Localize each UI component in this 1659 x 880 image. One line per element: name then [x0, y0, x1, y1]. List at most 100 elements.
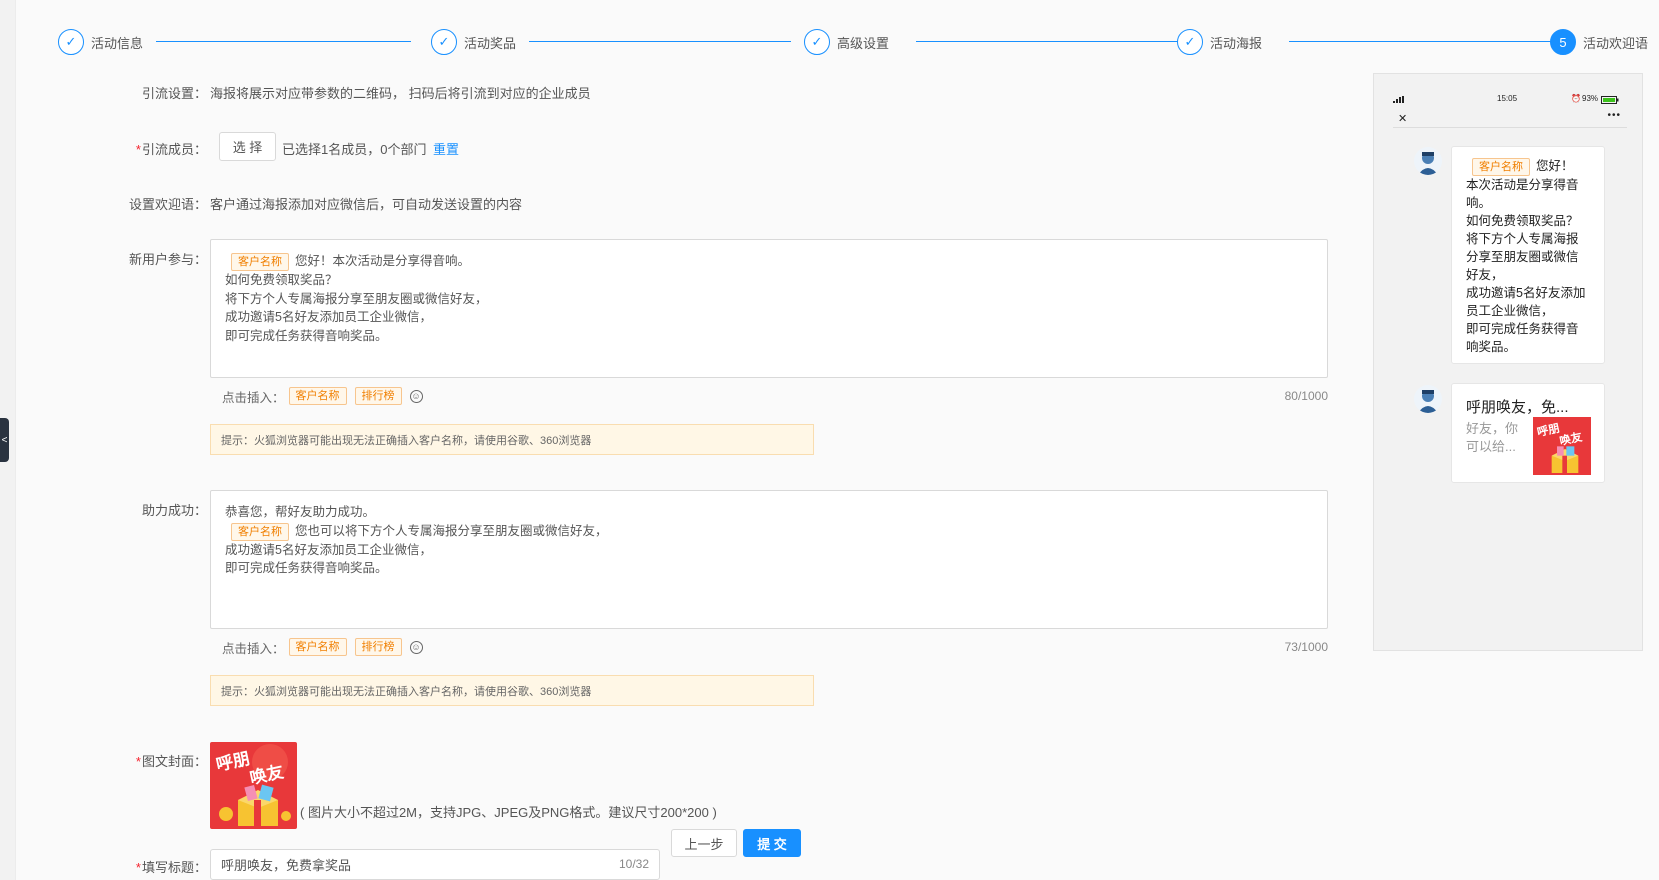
phone-nav-bar: ✕ •••	[1393, 108, 1627, 128]
step-number: 5	[1550, 29, 1576, 55]
new-user-label: 新用户参与：	[128, 252, 207, 267]
close-icon[interactable]: ✕	[1398, 112, 1407, 125]
traffic-setting-desc: 海报将展示对应带参数的二维码， 扫码后将引流到对应的企业成员	[210, 86, 591, 101]
step-welcome-message[interactable]: 5 活动欢迎语	[1550, 28, 1648, 56]
message-line: 客户名称 您也可以将下方个人专属海报分享至朋友圈或微信好友，	[225, 522, 1313, 541]
insert-ranking-button[interactable]: 排行榜	[354, 387, 402, 405]
previous-step-button[interactable]: 上一步	[671, 829, 737, 857]
customer-name-tag: 客户名称	[1472, 158, 1530, 176]
traffic-members-label: *引流成员：	[32, 139, 207, 158]
emoji-icon[interactable]: ☺	[409, 389, 423, 403]
browser-hint: 提示：火狐浏览器可能出现无法正确插入客户名称，请使用谷歌、360浏览器	[210, 424, 814, 455]
message-line: 成功邀请5名好友添加员工企业微信，	[225, 310, 432, 324]
step-connector	[916, 41, 1178, 42]
assist-message-input[interactable]: 恭喜您，帮好友助力成功。 客户名称 您也可以将下方个人专属海报分享至朋友圈或微信好…	[210, 490, 1328, 629]
assist-success-label: 助力成功：	[141, 503, 207, 518]
required-mark: *	[135, 754, 141, 769]
bubble-text: 您好！	[1536, 159, 1574, 173]
submit-button[interactable]: 提 交	[743, 829, 801, 857]
cover-image-upload[interactable]: 呼朋 唤友	[210, 742, 297, 829]
more-icon[interactable]: •••	[1607, 110, 1621, 121]
step-activity-poster[interactable]: ✓ 活动海报	[1177, 28, 1262, 56]
bubble-line: 成功邀请5名好友添加	[1466, 286, 1586, 300]
message-line: 即可完成任务获得音响奖品。	[225, 328, 388, 343]
bubble-line: 响。	[1466, 196, 1492, 210]
title-char-counter: 10/32	[618, 857, 649, 871]
welcome-setting-desc: 客户通过海报添加对应微信后，可自动发送设置的内容	[210, 197, 523, 212]
insert-customer-name-button[interactable]: 客户名称	[288, 638, 347, 656]
browser-hint: 提示：火狐浏览器可能出现无法正确插入客户名称，请使用谷歌、360浏览器	[210, 675, 814, 706]
message-line: 将下方个人专属海报分享至朋友圈或微信好友，	[225, 291, 488, 306]
step-label: 活动欢迎语	[1583, 35, 1649, 51]
emoji-icon[interactable]: ☺	[409, 640, 423, 654]
bubble-line: 响奖品。	[1466, 340, 1517, 354]
bubble-line: 好友，	[1466, 268, 1504, 282]
phone-status-bar: 15:05 ⏰ 93%	[1393, 94, 1627, 108]
bubble-line: 即可完成任务获得音	[1466, 322, 1579, 336]
battery-percent: 93%	[1582, 94, 1599, 103]
link-card-bubble[interactable]: 呼朋唤友，免... 好友，你 可以给... 呼朋 唤友	[1451, 383, 1605, 483]
message-line: 成功邀请5名好友添加员工企业微信，	[225, 542, 432, 557]
card-desc-line: 好友，你	[1466, 421, 1519, 436]
alarm-icon: ⏰	[1571, 94, 1581, 103]
message-line: 恭喜您，帮好友助力成功。	[225, 505, 376, 519]
step-label: 活动奖品	[464, 35, 517, 51]
step-progress: ✓ 活动信息 ✓ 活动奖品 ✓ 高级设置 ✓ 活动海报 5 活动欢迎语	[58, 28, 1658, 56]
title-value: 呼朋唤友，免费拿奖品	[221, 858, 352, 873]
traffic-setting-label: 引流设置：	[141, 86, 207, 101]
step-activity-info[interactable]: ✓ 活动信息	[58, 28, 143, 56]
message-line: 即可完成任务获得音响奖品。	[225, 561, 388, 575]
collapse-sidebar-button[interactable]: <	[0, 418, 9, 462]
message-text: 您也可以将下方个人专属海报分享至朋友圈或微信好友，	[295, 523, 608, 538]
bubble-line: 分享至朋友圈或微信	[1466, 250, 1579, 264]
new-user-message-input[interactable]: 客户名称 您好！本次活动是分享得音响。 如何免费领取奖品？ 将下方个人专属海报分享…	[210, 239, 1328, 378]
check-icon: ✓	[431, 29, 457, 55]
check-icon: ✓	[804, 29, 830, 55]
welcome-setting-label: 设置欢迎语：	[128, 197, 207, 212]
title-label: *填写标题：	[32, 857, 207, 876]
select-members-button[interactable]: 选 择	[219, 132, 276, 161]
phone-preview: 15:05 ⏰ 93% ✕ ••• 客户名称 您好！ 本次活动是分享得音 响。 如…	[1373, 73, 1643, 651]
cover-label: *图文封面：	[32, 751, 207, 770]
signal-icon	[1393, 96, 1405, 105]
step-label: 活动信息	[91, 35, 144, 51]
customer-name-tag: 客户名称	[231, 522, 289, 541]
main-content: ✓ 活动信息 ✓ 活动奖品 ✓ 高级设置 ✓ 活动海报 5 活动欢迎语 引流设置…	[16, 0, 1659, 880]
label-text: 图文封面：	[141, 754, 207, 769]
customer-name-tag: 客户名称	[231, 253, 289, 271]
avatar	[1414, 385, 1442, 413]
insert-toolbar: 点击插入： 客户名称 排行榜 ☺ 80/1000	[222, 386, 1328, 406]
avatar	[1414, 147, 1442, 175]
step-advanced-settings[interactable]: ✓ 高级设置	[804, 28, 889, 56]
message-line: 如何免费领取奖品？	[225, 273, 338, 287]
step-label: 活动海报	[1210, 35, 1263, 51]
cover-size-hint: ( 图片大小不超过2M，支持JPG、JPEG及PNG格式。建议尺寸200*200…	[300, 805, 717, 820]
char-counter: 73/1000	[1284, 640, 1328, 654]
insert-label: 点击插入：	[222, 641, 285, 656]
step-activity-prizes[interactable]: ✓ 活动奖品	[431, 28, 516, 56]
status-time: 15:05	[1497, 94, 1518, 103]
label-text: 引流成员：	[141, 142, 207, 157]
insert-toolbar: 点击插入： 客户名称 排行榜 ☺ 73/1000	[222, 637, 1328, 657]
welcome-message-bubble: 客户名称 您好！ 本次活动是分享得音 响。 如何免费领取奖品？ 将下方个人专属海报…	[1451, 146, 1605, 364]
title-input[interactable]: 呼朋唤友，免费拿奖品 10/32	[210, 849, 660, 880]
insert-customer-name-button[interactable]: 客户名称	[288, 387, 347, 405]
bubble-line: 将下方个人专属海报	[1466, 232, 1579, 246]
bubble-line: 本次活动是分享得音	[1466, 178, 1579, 192]
check-icon: ✓	[58, 29, 84, 55]
step-connector	[156, 41, 411, 42]
bubble-line: 如何免费领取奖品？	[1466, 214, 1579, 228]
battery-icon	[1601, 96, 1619, 106]
link-card-desc: 好友，你 可以给...	[1466, 420, 1526, 456]
insert-label: 点击插入：	[222, 390, 285, 405]
label-text: 填写标题：	[141, 860, 207, 875]
message-line: 客户名称 您好！本次活动是分享得音响。	[225, 252, 1313, 271]
required-mark: *	[135, 142, 141, 157]
reset-link[interactable]: 重置	[433, 139, 459, 158]
chevron-left-icon: <	[1, 434, 8, 446]
message-text: 您好！本次活动是分享得音响。	[295, 254, 471, 268]
card-desc-line: 可以给...	[1466, 439, 1516, 454]
step-connector	[529, 41, 791, 42]
link-card-title: 呼朋唤友，免...	[1466, 399, 1569, 416]
insert-ranking-button[interactable]: 排行榜	[354, 638, 402, 656]
